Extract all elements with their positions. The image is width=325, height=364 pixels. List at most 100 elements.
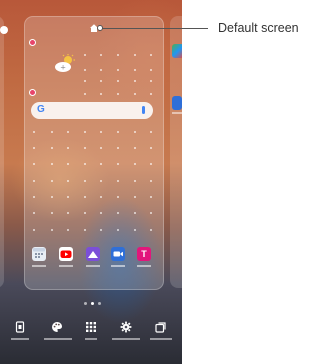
grid-dot <box>150 212 152 214</box>
grid-dot <box>150 196 152 198</box>
video-icon <box>113 251 123 257</box>
grid-dot <box>84 93 86 95</box>
grid-dot <box>134 93 136 95</box>
grid-dot <box>33 147 35 149</box>
grid-dot <box>51 163 53 165</box>
grid-dot <box>150 131 152 133</box>
grid-dot <box>100 196 102 198</box>
grid-dot <box>84 147 86 149</box>
app-label <box>111 265 125 267</box>
grid-dot <box>84 69 86 71</box>
grid-dot <box>117 131 119 133</box>
grid-dot <box>134 163 136 165</box>
apps-grid-icon <box>86 322 96 332</box>
grid-dot <box>51 229 53 231</box>
grid-dot <box>100 212 102 214</box>
widgets-button[interactable] <box>154 320 168 334</box>
grid-dot <box>134 54 136 56</box>
next-page-app-icon <box>172 44 182 58</box>
grid-dot <box>100 229 102 231</box>
gallery-icon <box>88 251 98 258</box>
grid-dot <box>84 163 86 165</box>
grid-dot <box>134 196 136 198</box>
next-page-app-label <box>172 112 182 114</box>
grid-dot <box>33 229 35 231</box>
grid-dot <box>51 212 53 214</box>
grid-dot <box>67 212 69 214</box>
grid-dot <box>84 229 86 231</box>
grid-dot <box>117 147 119 149</box>
grid-dot <box>84 54 86 56</box>
dock-app-youtube[interactable] <box>59 247 73 261</box>
grid-dot <box>33 196 35 198</box>
grid-dot <box>100 54 102 56</box>
remove-widget-badge[interactable] <box>29 39 36 46</box>
grid-dot <box>67 229 69 231</box>
grid-dot <box>117 93 119 95</box>
grid-dot <box>33 212 35 214</box>
weather-partly-cloudy-icon[interactable]: + <box>53 54 77 74</box>
grid-dot <box>84 180 86 182</box>
previous-page-preview[interactable] <box>0 16 4 288</box>
grid-dot <box>67 163 69 165</box>
grid-dot <box>51 131 53 133</box>
grid-dot <box>33 163 35 165</box>
callout-leader-line <box>100 28 208 29</box>
toolbar-label <box>150 338 172 340</box>
microphone-icon[interactable] <box>142 106 145 114</box>
next-page-app-icon <box>172 96 182 110</box>
grid-dot <box>67 196 69 198</box>
grid-dot <box>100 163 102 165</box>
grid-dot <box>84 212 86 214</box>
widgets-icon <box>155 322 166 333</box>
grid-dot <box>134 180 136 182</box>
app-label <box>32 265 46 267</box>
apps-button[interactable] <box>84 320 98 334</box>
grid-dot <box>100 180 102 182</box>
grid-dot <box>134 229 136 231</box>
grid-dot <box>150 180 152 182</box>
page-dot <box>84 302 87 305</box>
grid-dot <box>134 212 136 214</box>
grid-dot <box>150 80 152 82</box>
callout-anchor-dot <box>97 25 103 31</box>
youtube-icon <box>60 250 72 258</box>
grid-dot <box>150 163 152 165</box>
previous-page-indicator <box>0 26 8 34</box>
grid-dot <box>67 131 69 133</box>
remove-widget-badge[interactable] <box>29 89 36 96</box>
grid-dot <box>84 80 86 82</box>
svg-text:+: + <box>60 64 66 72</box>
toolbar-label <box>112 338 140 340</box>
remove-page-icon <box>15 321 25 333</box>
toolbar-label <box>11 338 29 340</box>
grid-dot <box>100 93 102 95</box>
grid-dot <box>117 163 119 165</box>
grid-dot <box>100 80 102 82</box>
dock-app-video[interactable] <box>111 247 125 261</box>
grid-dot <box>51 196 53 198</box>
settings-gear-icon <box>120 321 132 333</box>
calendar-icon <box>33 248 45 260</box>
grid-dot <box>150 54 152 56</box>
grid-dot <box>134 80 136 82</box>
grid-dot <box>150 93 152 95</box>
wallpapers-button[interactable] <box>50 320 64 334</box>
phone-screen: + G T <box>0 0 182 364</box>
toolbar-label <box>44 338 72 340</box>
grid-dot <box>117 54 119 56</box>
dock-app-calendar[interactable] <box>32 247 46 261</box>
google-search-widget[interactable]: G <box>31 102 153 119</box>
remove-page-button[interactable] <box>13 320 27 334</box>
dock-app-t-mobile[interactable]: T <box>137 247 151 261</box>
grid-dot <box>117 196 119 198</box>
grid-dot <box>51 147 53 149</box>
dock-app-gallery[interactable] <box>86 247 100 261</box>
grid-dot <box>117 80 119 82</box>
callout-label: Default screen <box>218 21 299 35</box>
grid-dot <box>117 180 119 182</box>
grid-dot <box>150 147 152 149</box>
grid-dot <box>150 229 152 231</box>
settings-button[interactable] <box>119 320 133 334</box>
grid-dot <box>100 131 102 133</box>
